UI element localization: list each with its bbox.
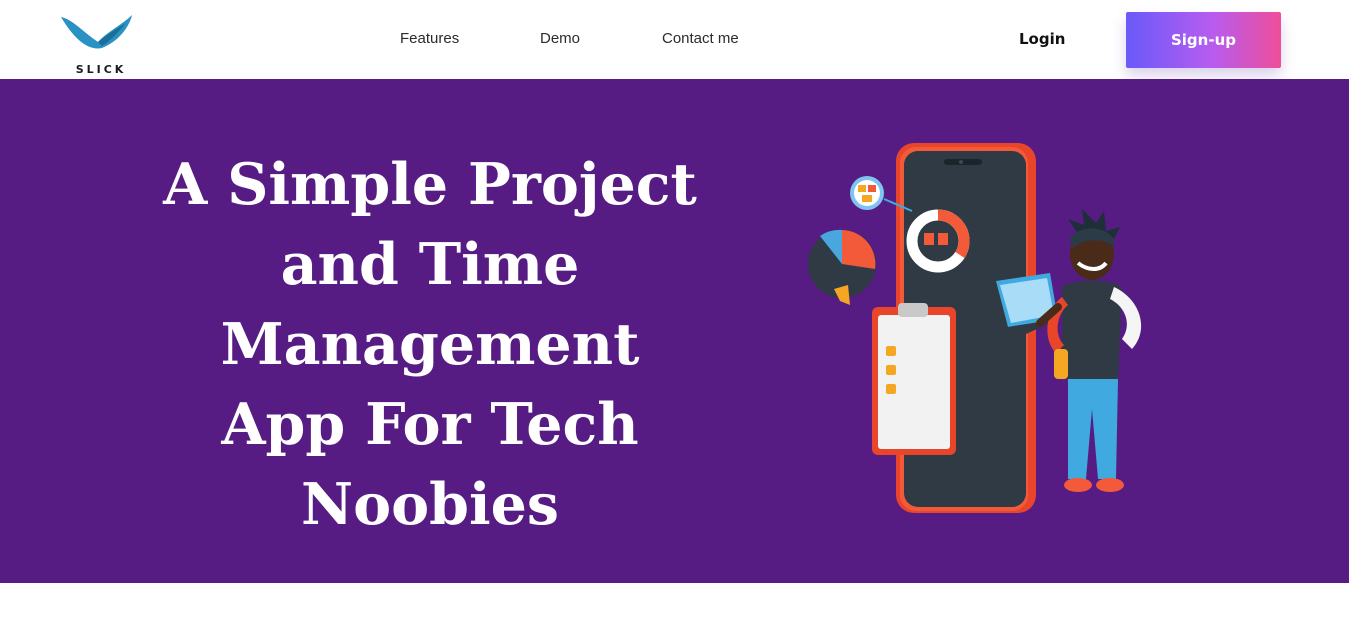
hero-title: A Simple Project and Time Management App… <box>163 151 697 538</box>
hero-illustration-image <box>808 143 1142 513</box>
site-header: SLICK Features Demo Contact me Login Sig… <box>0 0 1349 79</box>
bird-logo-icon <box>61 15 132 49</box>
person-graphic <box>1036 209 1142 492</box>
logo-text: SLICK <box>75 63 127 76</box>
nav-demo-link[interactable]: Demo <box>540 30 580 47</box>
login-link[interactable]: Login <box>1019 30 1065 48</box>
hero-section: A Simple Project and Time Management App… <box>0 79 1349 583</box>
pie-chart-graphic <box>808 229 876 305</box>
slick-logo[interactable]: SLICK <box>56 10 146 76</box>
signup-button[interactable]: Sign-up <box>1126 12 1281 68</box>
clipboard-graphic <box>872 303 956 455</box>
nav-features-link[interactable]: Features <box>400 30 459 47</box>
nav-contact-link[interactable]: Contact me <box>662 30 739 47</box>
